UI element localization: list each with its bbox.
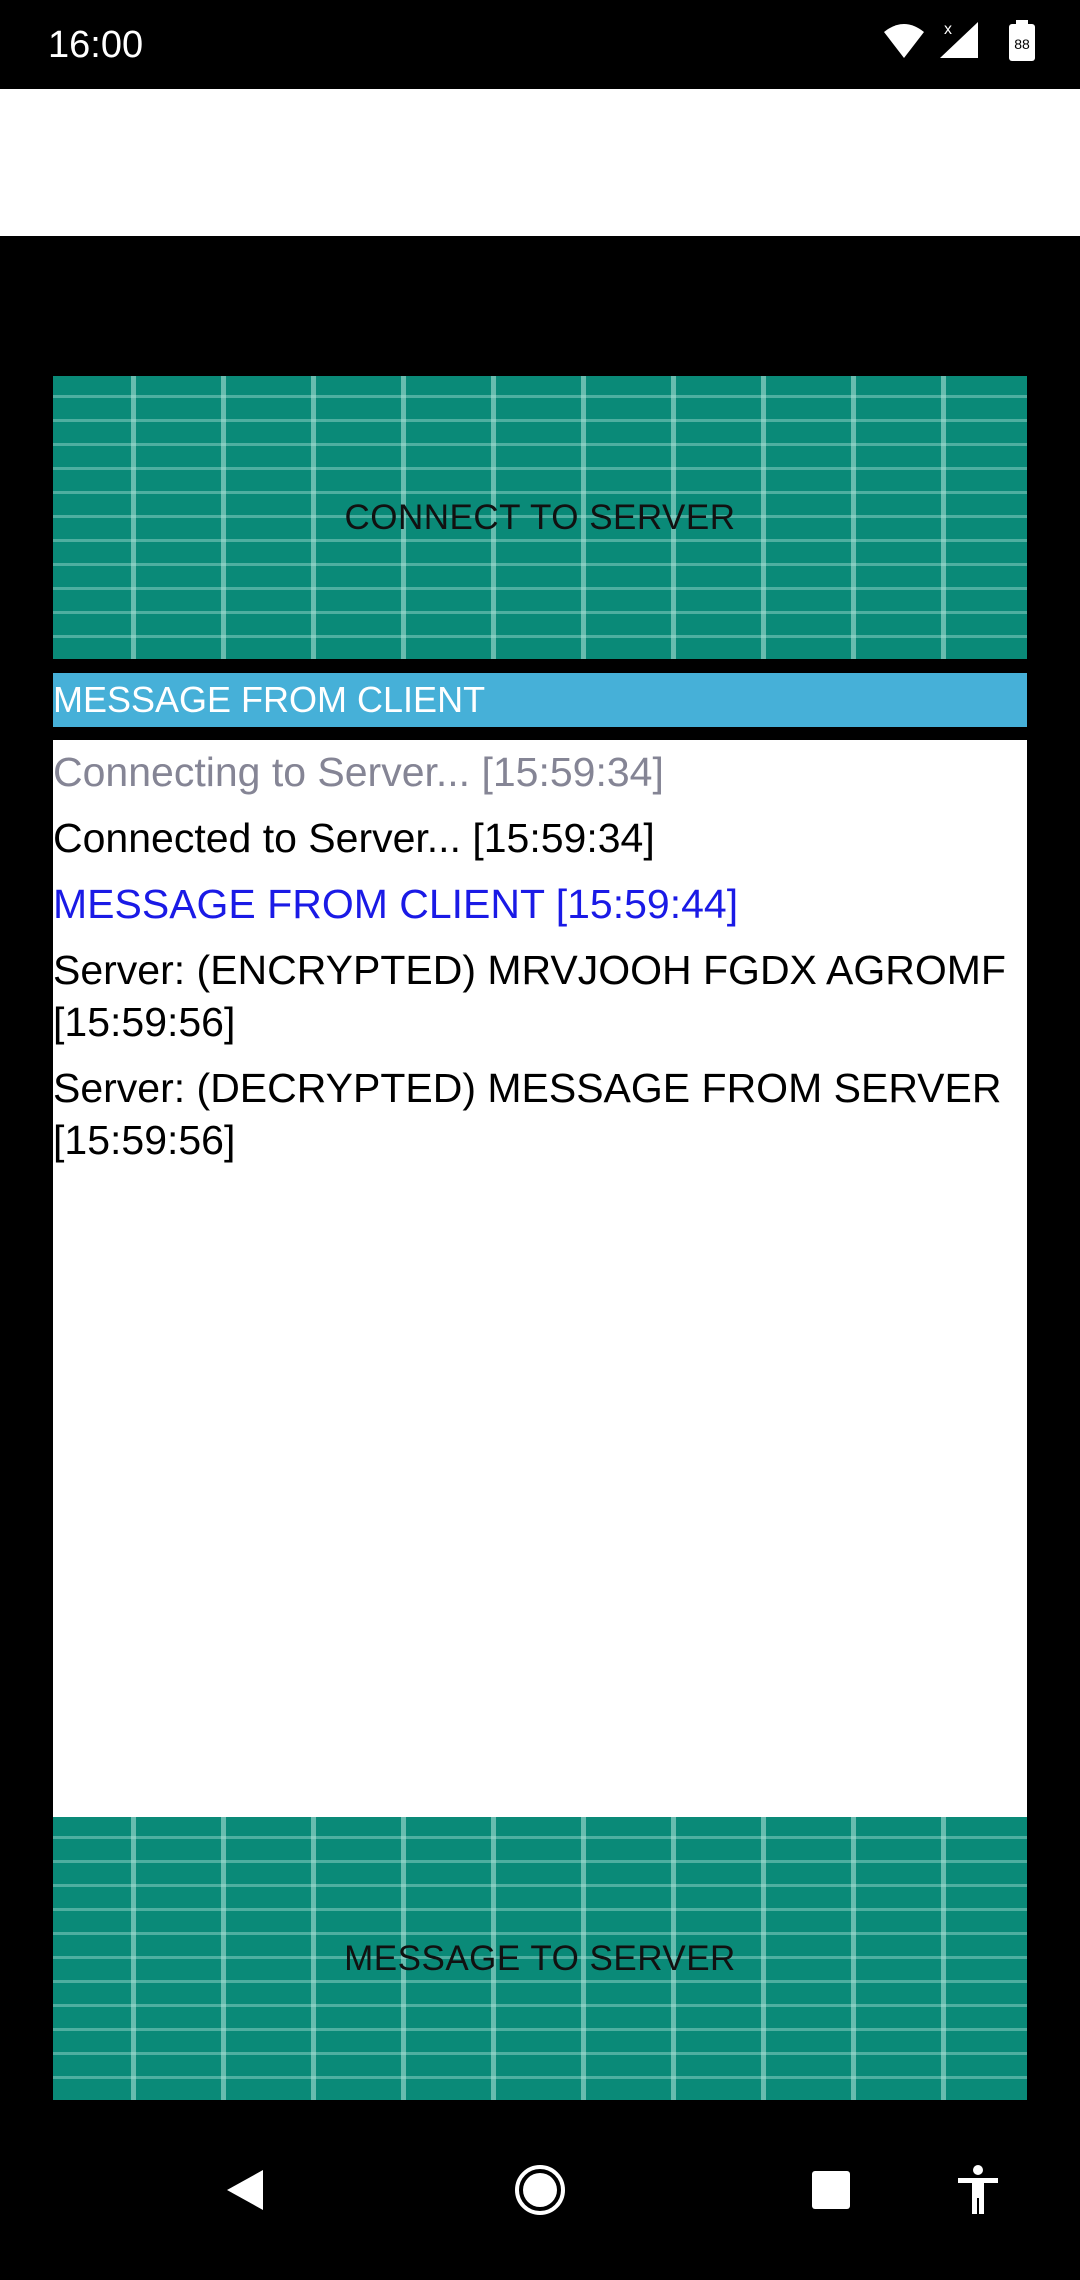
accessibility-icon bbox=[958, 2165, 998, 2214]
back-icon bbox=[227, 2170, 263, 2210]
connect-button-label: CONNECT TO SERVER bbox=[344, 497, 736, 537]
message-log: Connecting to Server... [15:59:34] Conne… bbox=[53, 740, 1027, 1817]
home-icon bbox=[515, 2165, 565, 2215]
app-bar bbox=[0, 89, 1080, 236]
recents-button[interactable] bbox=[761, 2100, 901, 2280]
accessibility-button[interactable] bbox=[908, 2100, 1048, 2280]
log-line-server-decrypted: Server: (DECRYPTED) MESSAGE FROM SERVER … bbox=[53, 1065, 1002, 1163]
status-time: 16:00 bbox=[48, 24, 144, 66]
message-input[interactable] bbox=[53, 673, 1027, 727]
connect-to-server-button[interactable]: CONNECT TO SERVER bbox=[53, 376, 1027, 659]
back-button[interactable] bbox=[175, 2100, 315, 2280]
message-to-server-button[interactable]: MESSAGE TO SERVER bbox=[53, 1817, 1027, 2100]
log-line-connecting: Connecting to Server... [15:59:34] bbox=[53, 749, 664, 795]
recents-icon bbox=[812, 2171, 850, 2209]
signal-icon: x bbox=[940, 21, 978, 58]
send-button-label: MESSAGE TO SERVER bbox=[344, 1938, 736, 1978]
wifi-icon bbox=[884, 24, 924, 58]
log-line-connected: Connected to Server... [15:59:34] bbox=[53, 815, 655, 861]
status-bar: 16:00 x 88 bbox=[0, 0, 1080, 89]
home-button[interactable] bbox=[470, 2100, 610, 2280]
battery-level: 88 bbox=[1014, 36, 1030, 52]
log-line-client-message: MESSAGE FROM CLIENT [15:59:44] bbox=[53, 881, 739, 927]
navigation-bar bbox=[0, 2100, 1080, 2280]
log-line-server-encrypted: Server: (ENCRYPTED) MRVJOOH FGDX AGROMF … bbox=[53, 947, 1006, 1045]
battery-icon: 88 bbox=[1009, 20, 1035, 61]
svg-text:x: x bbox=[944, 21, 952, 38]
